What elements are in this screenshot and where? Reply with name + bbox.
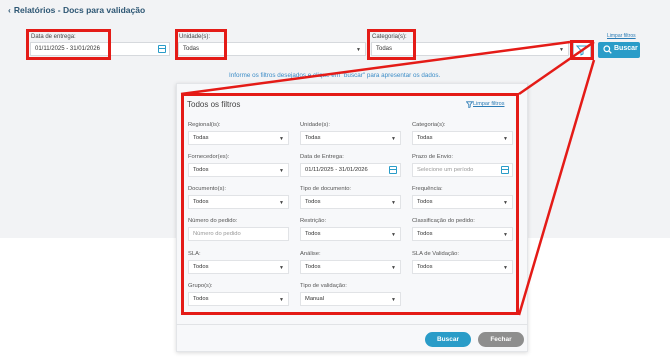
annotation-connector-lines xyxy=(180,40,596,316)
connector-line-right-top xyxy=(518,40,595,96)
connector-line-top xyxy=(180,40,571,96)
connector-line-right-bottom xyxy=(517,59,596,316)
